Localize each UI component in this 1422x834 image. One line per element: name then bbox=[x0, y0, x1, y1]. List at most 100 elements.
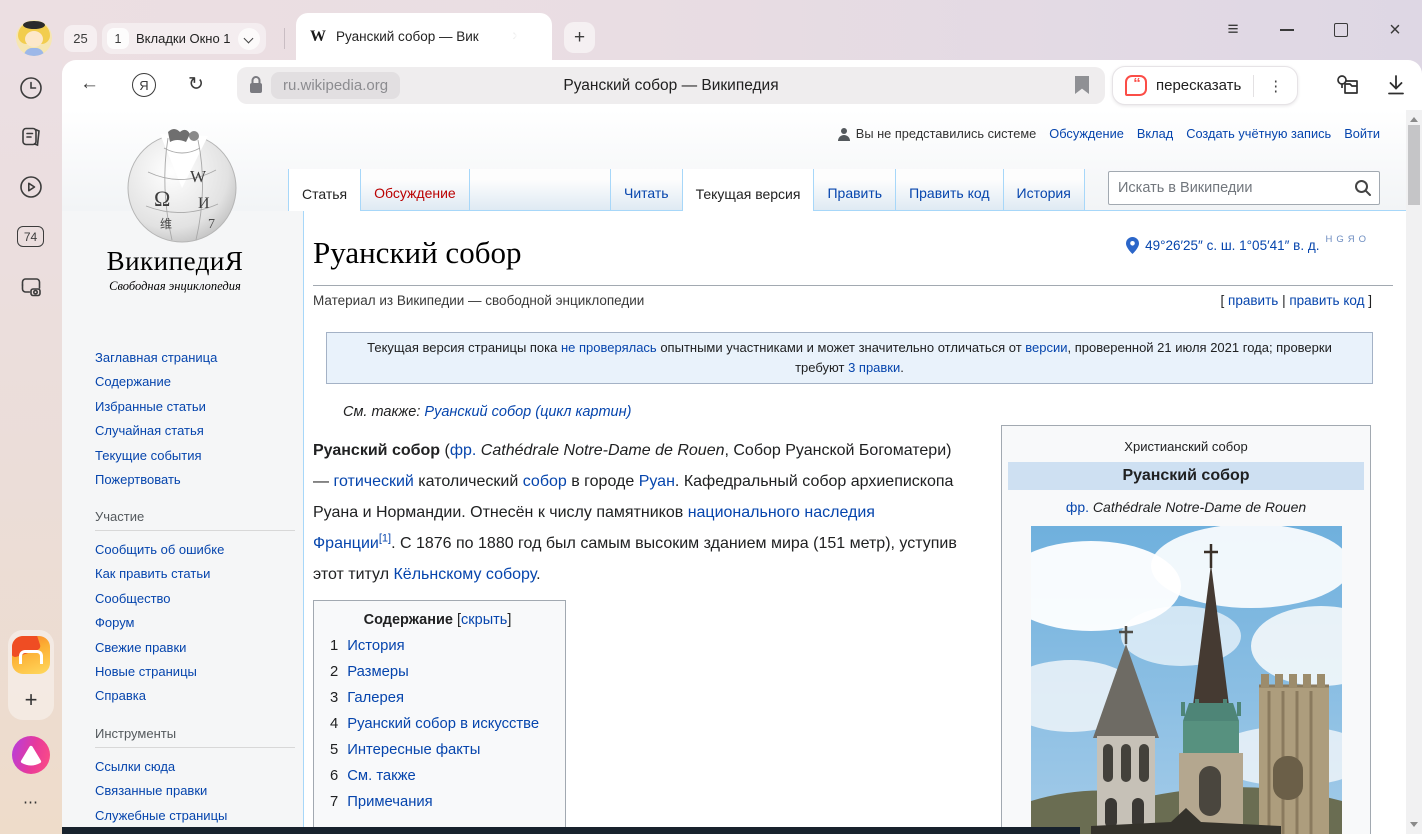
coordinate-service-link[interactable]: O bbox=[1359, 234, 1366, 245]
inline-link[interactable]: собор bbox=[523, 473, 567, 490]
sidebar-link[interactable]: Свежие правки bbox=[95, 636, 224, 660]
scroll-down-icon[interactable] bbox=[1410, 822, 1418, 827]
wiki-tab[interactable]: Править код bbox=[895, 169, 1002, 211]
notes-icon[interactable] bbox=[19, 125, 43, 149]
retell-button[interactable]: “ пересказать ⋮ bbox=[1112, 66, 1298, 105]
sidebar-link[interactable]: Форум bbox=[95, 611, 224, 635]
sidebar-link[interactable]: Как править статьи bbox=[95, 562, 224, 586]
window-close-button[interactable]: × bbox=[1368, 0, 1422, 60]
maximize-button[interactable] bbox=[1314, 0, 1368, 60]
sidebar-link[interactable]: Связанные правки bbox=[95, 779, 227, 803]
tab-group-selector[interactable]: 1 Вкладки Окно 1 bbox=[102, 23, 266, 54]
tab-title-fade bbox=[490, 23, 524, 49]
browser-tab-active[interactable]: W Руанский собор — Вик × bbox=[296, 13, 552, 60]
yandex-icon: Я bbox=[132, 73, 156, 97]
inline-link[interactable]: править код bbox=[1289, 293, 1364, 308]
coordinates[interactable]: 49°26′25″ с. ш. 1°05′41″ в. д. HGЯO bbox=[1126, 237, 1366, 254]
coordinate-service-link[interactable]: Я bbox=[1348, 234, 1355, 245]
sidebar-link[interactable]: Содержание bbox=[95, 370, 217, 394]
namespace-tabs: СтатьяОбсуждение bbox=[288, 169, 612, 211]
personal-link[interactable]: Создать учётную запись bbox=[1186, 126, 1331, 141]
collections-icon[interactable] bbox=[1334, 73, 1362, 97]
history-icon[interactable] bbox=[19, 76, 43, 100]
text-segment: [ bbox=[1221, 293, 1229, 308]
minimize-button[interactable] bbox=[1260, 0, 1314, 60]
toc-item[interactable]: 5Интересные факты bbox=[330, 742, 545, 758]
inline-link[interactable]: 3 правки bbox=[848, 360, 900, 375]
wiki-tab[interactable]: Обсуждение bbox=[360, 169, 469, 211]
sidebar-link[interactable]: Заглавная страница bbox=[95, 346, 217, 370]
total-tabs-counter[interactable]: 25 bbox=[64, 25, 97, 52]
wikipedia-favicon: W bbox=[310, 28, 326, 46]
coordinates-text[interactable]: 49°26′25″ с. ш. 1°05′41″ в. д. bbox=[1145, 238, 1319, 253]
inline-link[interactable]: править bbox=[1228, 293, 1278, 308]
text-segment: . bbox=[536, 566, 540, 583]
toc-item[interactable]: 7Примечания bbox=[330, 794, 545, 810]
sidebar-link[interactable]: Текущие события bbox=[95, 444, 217, 468]
address-bar[interactable]: ru.wikipedia.org Руанский собор — Википе… bbox=[237, 67, 1105, 104]
section-edit-links: [ править | править код ] bbox=[1221, 293, 1372, 308]
sidebar-link[interactable]: Справка bbox=[95, 684, 224, 708]
wiki-tab[interactable]: Читать bbox=[610, 169, 682, 211]
toc-item[interactable]: 6См. также bbox=[330, 768, 545, 784]
chevron-down-icon[interactable] bbox=[238, 28, 260, 50]
sidebar-section-links: Ссылки сюдаСвязанные правкиСлужебные стр… bbox=[95, 755, 227, 828]
video-play-icon[interactable] bbox=[19, 175, 43, 199]
reload-button[interactable]: ↻ bbox=[188, 73, 212, 97]
toc-item[interactable]: 4Руанский собор в искусстве bbox=[330, 716, 545, 732]
yandex-button[interactable]: Я bbox=[132, 73, 156, 97]
download-icon[interactable] bbox=[1384, 72, 1408, 98]
svg-text:W: W bbox=[190, 167, 207, 186]
browser-menu-icon[interactable]: ≡ bbox=[1206, 0, 1260, 60]
wiki-tab[interactable]: Текущая версия bbox=[682, 169, 814, 211]
personal-link[interactable]: Вклад bbox=[1137, 126, 1173, 141]
inline-link[interactable]: фр. bbox=[450, 442, 477, 459]
inline-link[interactable]: Руан bbox=[639, 473, 675, 490]
inline-link[interactable]: фр. bbox=[1066, 499, 1089, 515]
rail-more-icon[interactable]: ⋯ bbox=[19, 793, 43, 811]
sidebar-link[interactable]: Сообщить об ошибке bbox=[95, 538, 224, 562]
sidebar-nav: Заглавная страницаСодержаниеИзбранные ст… bbox=[95, 346, 217, 492]
inline-link[interactable]: скрыть bbox=[461, 612, 507, 628]
sidebar-link[interactable]: Пожертвовать bbox=[95, 468, 217, 492]
sidebar-link[interactable]: Ссылки сюда bbox=[95, 755, 227, 779]
sidebar-link[interactable]: Случайная статья bbox=[95, 419, 217, 443]
page-scrollbar[interactable] bbox=[1406, 110, 1422, 834]
wiki-tab[interactable]: Статья bbox=[288, 169, 360, 211]
sidebar-link[interactable]: Новые страницы bbox=[95, 660, 224, 684]
browser-side-rail: 74 + ⋯ bbox=[0, 60, 62, 834]
inline-link[interactable]: Кёльнскому собору bbox=[393, 566, 536, 583]
add-app-button[interactable]: + bbox=[19, 688, 43, 712]
inline-link[interactable]: версии bbox=[1025, 340, 1067, 355]
personal-link[interactable]: Обсуждение bbox=[1049, 126, 1124, 141]
coordinate-service-link[interactable]: G bbox=[1336, 234, 1343, 245]
cathedral-photo[interactable] bbox=[1031, 526, 1342, 834]
profile-avatar[interactable] bbox=[16, 20, 52, 56]
search-input[interactable] bbox=[1108, 171, 1380, 205]
inline-link[interactable]: не проверялась bbox=[561, 340, 657, 355]
alice-assistant-icon[interactable] bbox=[12, 736, 50, 774]
scrollbar-thumb[interactable] bbox=[1408, 125, 1420, 205]
search-icon[interactable] bbox=[1354, 179, 1372, 197]
wiki-tab[interactable]: История bbox=[1003, 169, 1085, 211]
back-button[interactable]: ← bbox=[80, 73, 104, 97]
inline-link[interactable]: Руанский собор (цикл картин) bbox=[424, 404, 631, 420]
inline-link[interactable]: готический bbox=[333, 473, 413, 490]
sidebar-link[interactable]: Сообщество bbox=[95, 587, 224, 611]
retell-more-icon[interactable]: ⋮ bbox=[1263, 77, 1288, 95]
toc-item[interactable]: 2Размеры bbox=[330, 664, 545, 680]
wikipedia-globe-logo[interactable]: Ω W И 维 7 bbox=[124, 126, 240, 244]
wiki-tab[interactable]: Править bbox=[813, 169, 895, 211]
new-tab-button[interactable]: + bbox=[564, 22, 595, 53]
sidebar-link[interactable]: Служебные страницы bbox=[95, 804, 227, 828]
yandex-mail-icon[interactable] bbox=[12, 636, 50, 674]
tabs-counter-icon[interactable]: 74 bbox=[17, 226, 44, 247]
screenshot-icon[interactable] bbox=[19, 275, 43, 299]
toc-item[interactable]: 3Галерея bbox=[330, 690, 545, 706]
scroll-up-icon[interactable] bbox=[1410, 117, 1418, 122]
sidebar-link[interactable]: Избранные статьи bbox=[95, 395, 217, 419]
personal-link[interactable]: Войти bbox=[1344, 126, 1380, 141]
wikipedia-wordmark[interactable]: ВикипедиЯ bbox=[62, 246, 288, 277]
toc-item[interactable]: 1История bbox=[330, 638, 545, 654]
coordinate-service-link[interactable]: H bbox=[1325, 234, 1332, 245]
